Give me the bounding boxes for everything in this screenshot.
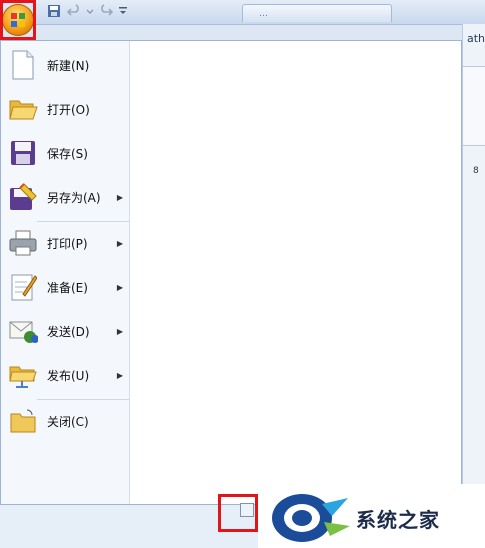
submenu-arrow-icon: ▶ [116,282,123,292]
office-menu: 新建(N) 打开(O) 保存(S) 另存为(A) ▶ 打印(P) ▶ 准备(E)… [0,40,462,505]
printer-icon [7,227,39,259]
cell-fragment: 8 [473,166,479,176]
menu-item-send[interactable]: 发送(D) ▶ [7,311,127,351]
ribbon-edge: ath 8 [462,24,485,548]
save-disk-icon [7,137,39,169]
menu-item-new[interactable]: 新建(N) [7,45,127,85]
redo-icon[interactable] [98,3,114,19]
prepare-icon [7,271,39,303]
ribbon-text-fragment: ath [467,32,485,45]
save-icon[interactable] [46,3,62,19]
watermark-logo: 系统之家 [258,484,485,548]
publish-icon [7,359,39,391]
send-icon [7,315,39,347]
undo-icon[interactable] [66,3,82,19]
save-as-icon [7,181,39,213]
office-menu-commands: 新建(N) 打开(O) 保存(S) 另存为(A) ▶ 打印(P) ▶ 准备(E)… [1,41,130,504]
menu-item-print[interactable]: 打印(P) ▶ [7,223,127,263]
customize-qat-icon[interactable] [118,3,128,19]
title-bar: … [0,0,485,25]
menu-separator [37,399,129,400]
submenu-arrow-icon: ▶ [116,370,123,380]
close-folder-icon [7,405,39,437]
recent-documents-pane [130,41,461,504]
menu-item-publish[interactable]: 发布(U) ▶ [7,355,127,395]
quick-access-toolbar [46,3,128,19]
watermark-text: 系统之家 [356,508,440,532]
submenu-arrow-icon: ▶ [116,192,123,202]
menu-item-save-as[interactable]: 另存为(A) ▶ [7,177,127,217]
chevron-down-icon[interactable] [86,3,94,19]
menu-item-prepare[interactable]: 准备(E) ▶ [7,267,127,307]
submenu-arrow-icon: ▶ [116,238,123,248]
submenu-arrow-icon: ▶ [116,326,123,336]
menu-item-save[interactable]: 保存(S) [7,133,127,173]
new-doc-icon [7,49,39,81]
document-tab[interactable]: … [242,4,392,22]
watermark-globe-icon [272,494,350,542]
ribbon-panel [463,66,485,146]
menu-item-open[interactable]: 打开(O) [7,89,127,129]
menu-separator [37,221,129,222]
view-button-highlight [218,494,258,532]
office-button-highlight [0,0,36,40]
menu-item-close[interactable]: 关闭(C) [7,401,127,441]
open-folder-icon [7,93,39,125]
